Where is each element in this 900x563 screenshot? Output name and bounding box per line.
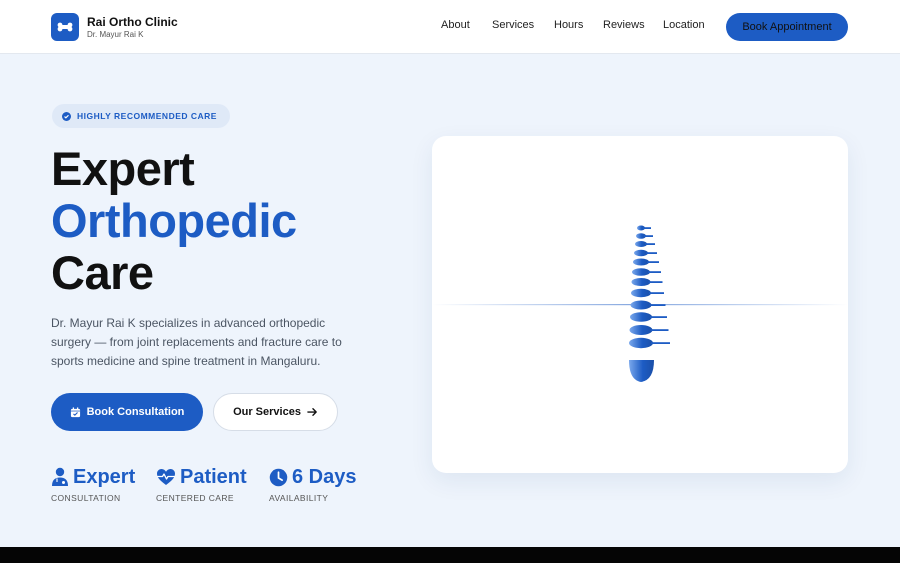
- hero-title-line-1: Expert: [51, 142, 195, 195]
- vertebra: [634, 249, 648, 257]
- recommended-badge: HIGHLY RECOMMENDED CARE: [52, 104, 230, 128]
- vertebra: [629, 325, 653, 335]
- stat-subtitle: CENTERED CARE: [156, 493, 234, 503]
- calendar-check-icon: [70, 406, 80, 417]
- vertebra-process: [650, 316, 667, 318]
- vertebra-process: [649, 304, 666, 306]
- nav-services[interactable]: Services: [492, 19, 534, 31]
- vertebra-process: [643, 227, 651, 229]
- nav-hours[interactable]: Hours: [554, 19, 583, 31]
- footer-strip: [0, 547, 900, 563]
- vertebra: [631, 288, 651, 298]
- nav-location[interactable]: Location: [663, 19, 705, 31]
- doctor-icon: [52, 467, 68, 486]
- book-consultation-button[interactable]: Book Consultation: [51, 393, 203, 431]
- clock-icon: [269, 468, 288, 486]
- vertebra-process: [649, 292, 664, 294]
- vertebra-process: [646, 252, 657, 254]
- vertebra-process: [644, 235, 653, 237]
- vertebra-process: [648, 281, 663, 283]
- book-consultation-label: Book Consultation: [86, 406, 185, 418]
- stat-availability: 6 Days AVAILABILITY: [269, 464, 357, 504]
- check-circle-icon: [62, 111, 71, 121]
- vertebra-process: [647, 261, 659, 263]
- vertebra: [630, 312, 652, 322]
- hero-description: Dr. Mayur Rai K specializes in advanced …: [51, 316, 342, 368]
- bone-icon[interactable]: [51, 13, 79, 41]
- spine-illustration: [432, 225, 848, 382]
- hero-title-line-3: Care: [51, 246, 154, 299]
- our-services-label: Our Services: [233, 406, 301, 418]
- stat-subtitle: CONSULTATION: [51, 493, 121, 503]
- vertebra-process: [650, 329, 669, 331]
- nav-about[interactable]: About: [441, 19, 470, 31]
- vertebra-process: [651, 342, 670, 344]
- stat-subtitle: AVAILABILITY: [269, 493, 329, 503]
- vertebra-process: [648, 271, 661, 273]
- sacrum: [629, 360, 654, 382]
- book-appointment-button[interactable]: Book Appointment: [726, 13, 848, 41]
- hero-image-card: [432, 136, 848, 473]
- vertebra: [630, 300, 652, 310]
- brand-subtitle: Dr. Mayur Rai K: [87, 30, 144, 39]
- stat-title: Patient: [180, 465, 247, 488]
- our-services-button[interactable]: Our Services: [213, 393, 338, 431]
- badge-label: HIGHLY RECOMMENDED CARE: [77, 111, 217, 121]
- vertebra: [633, 258, 649, 266]
- arrow-right-icon: [307, 408, 317, 416]
- stat-patient: Patient CENTERED CARE: [156, 464, 247, 504]
- stat-expert: Expert CONSULTATION: [51, 464, 136, 504]
- vertebra: [632, 268, 650, 276]
- stat-title: 6 Days: [292, 465, 357, 488]
- nav-reviews[interactable]: Reviews: [603, 19, 645, 31]
- vertebra-process: [645, 243, 655, 245]
- hero-title-line-2: Orthopedic: [51, 194, 297, 247]
- vertebra: [631, 278, 651, 286]
- heart-pulse-icon: [157, 469, 175, 485]
- vertebra: [629, 337, 653, 349]
- stat-title: Expert: [73, 465, 136, 488]
- site-header: Rai Ortho Clinic Dr. Mayur Rai K About S…: [0, 0, 900, 54]
- brand-name[interactable]: Rai Ortho Clinic: [87, 15, 178, 29]
